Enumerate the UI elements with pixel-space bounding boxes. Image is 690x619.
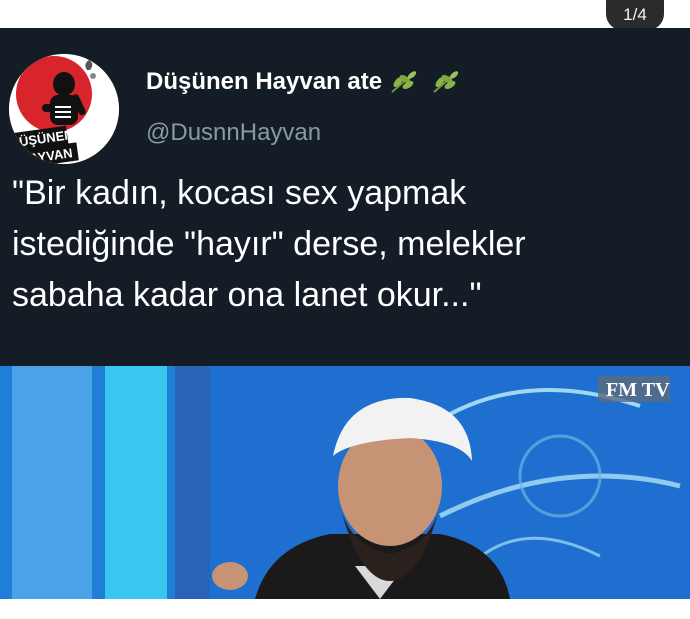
author-handle[interactable]: @DusnnHayvan xyxy=(146,119,321,147)
author-row[interactable]: Düşünen Hayvan ate xyxy=(146,68,460,96)
herb-icon xyxy=(433,71,459,93)
author-name[interactable]: Düşünen Hayvan ate xyxy=(146,68,382,96)
avatar[interactable]: DÜŞÜNEN HAYVAN xyxy=(9,54,119,164)
media-watermark: FM TV xyxy=(606,379,670,401)
tweet-media-image[interactable]: FM TV xyxy=(0,366,690,599)
top-strip xyxy=(0,0,690,28)
herb-icon xyxy=(391,71,417,93)
page-counter: 1/4 xyxy=(606,0,664,30)
tweet-card[interactable]: DÜŞÜNEN HAYVAN Düşünen Hayvan ate @Dusnn… xyxy=(0,28,690,599)
avatar-logo: DÜŞÜNEN HAYVAN xyxy=(9,54,119,164)
tweet-text: "Bir kadın, kocası sex yapmak istediğind… xyxy=(12,174,526,314)
bottom-strip xyxy=(0,599,690,619)
